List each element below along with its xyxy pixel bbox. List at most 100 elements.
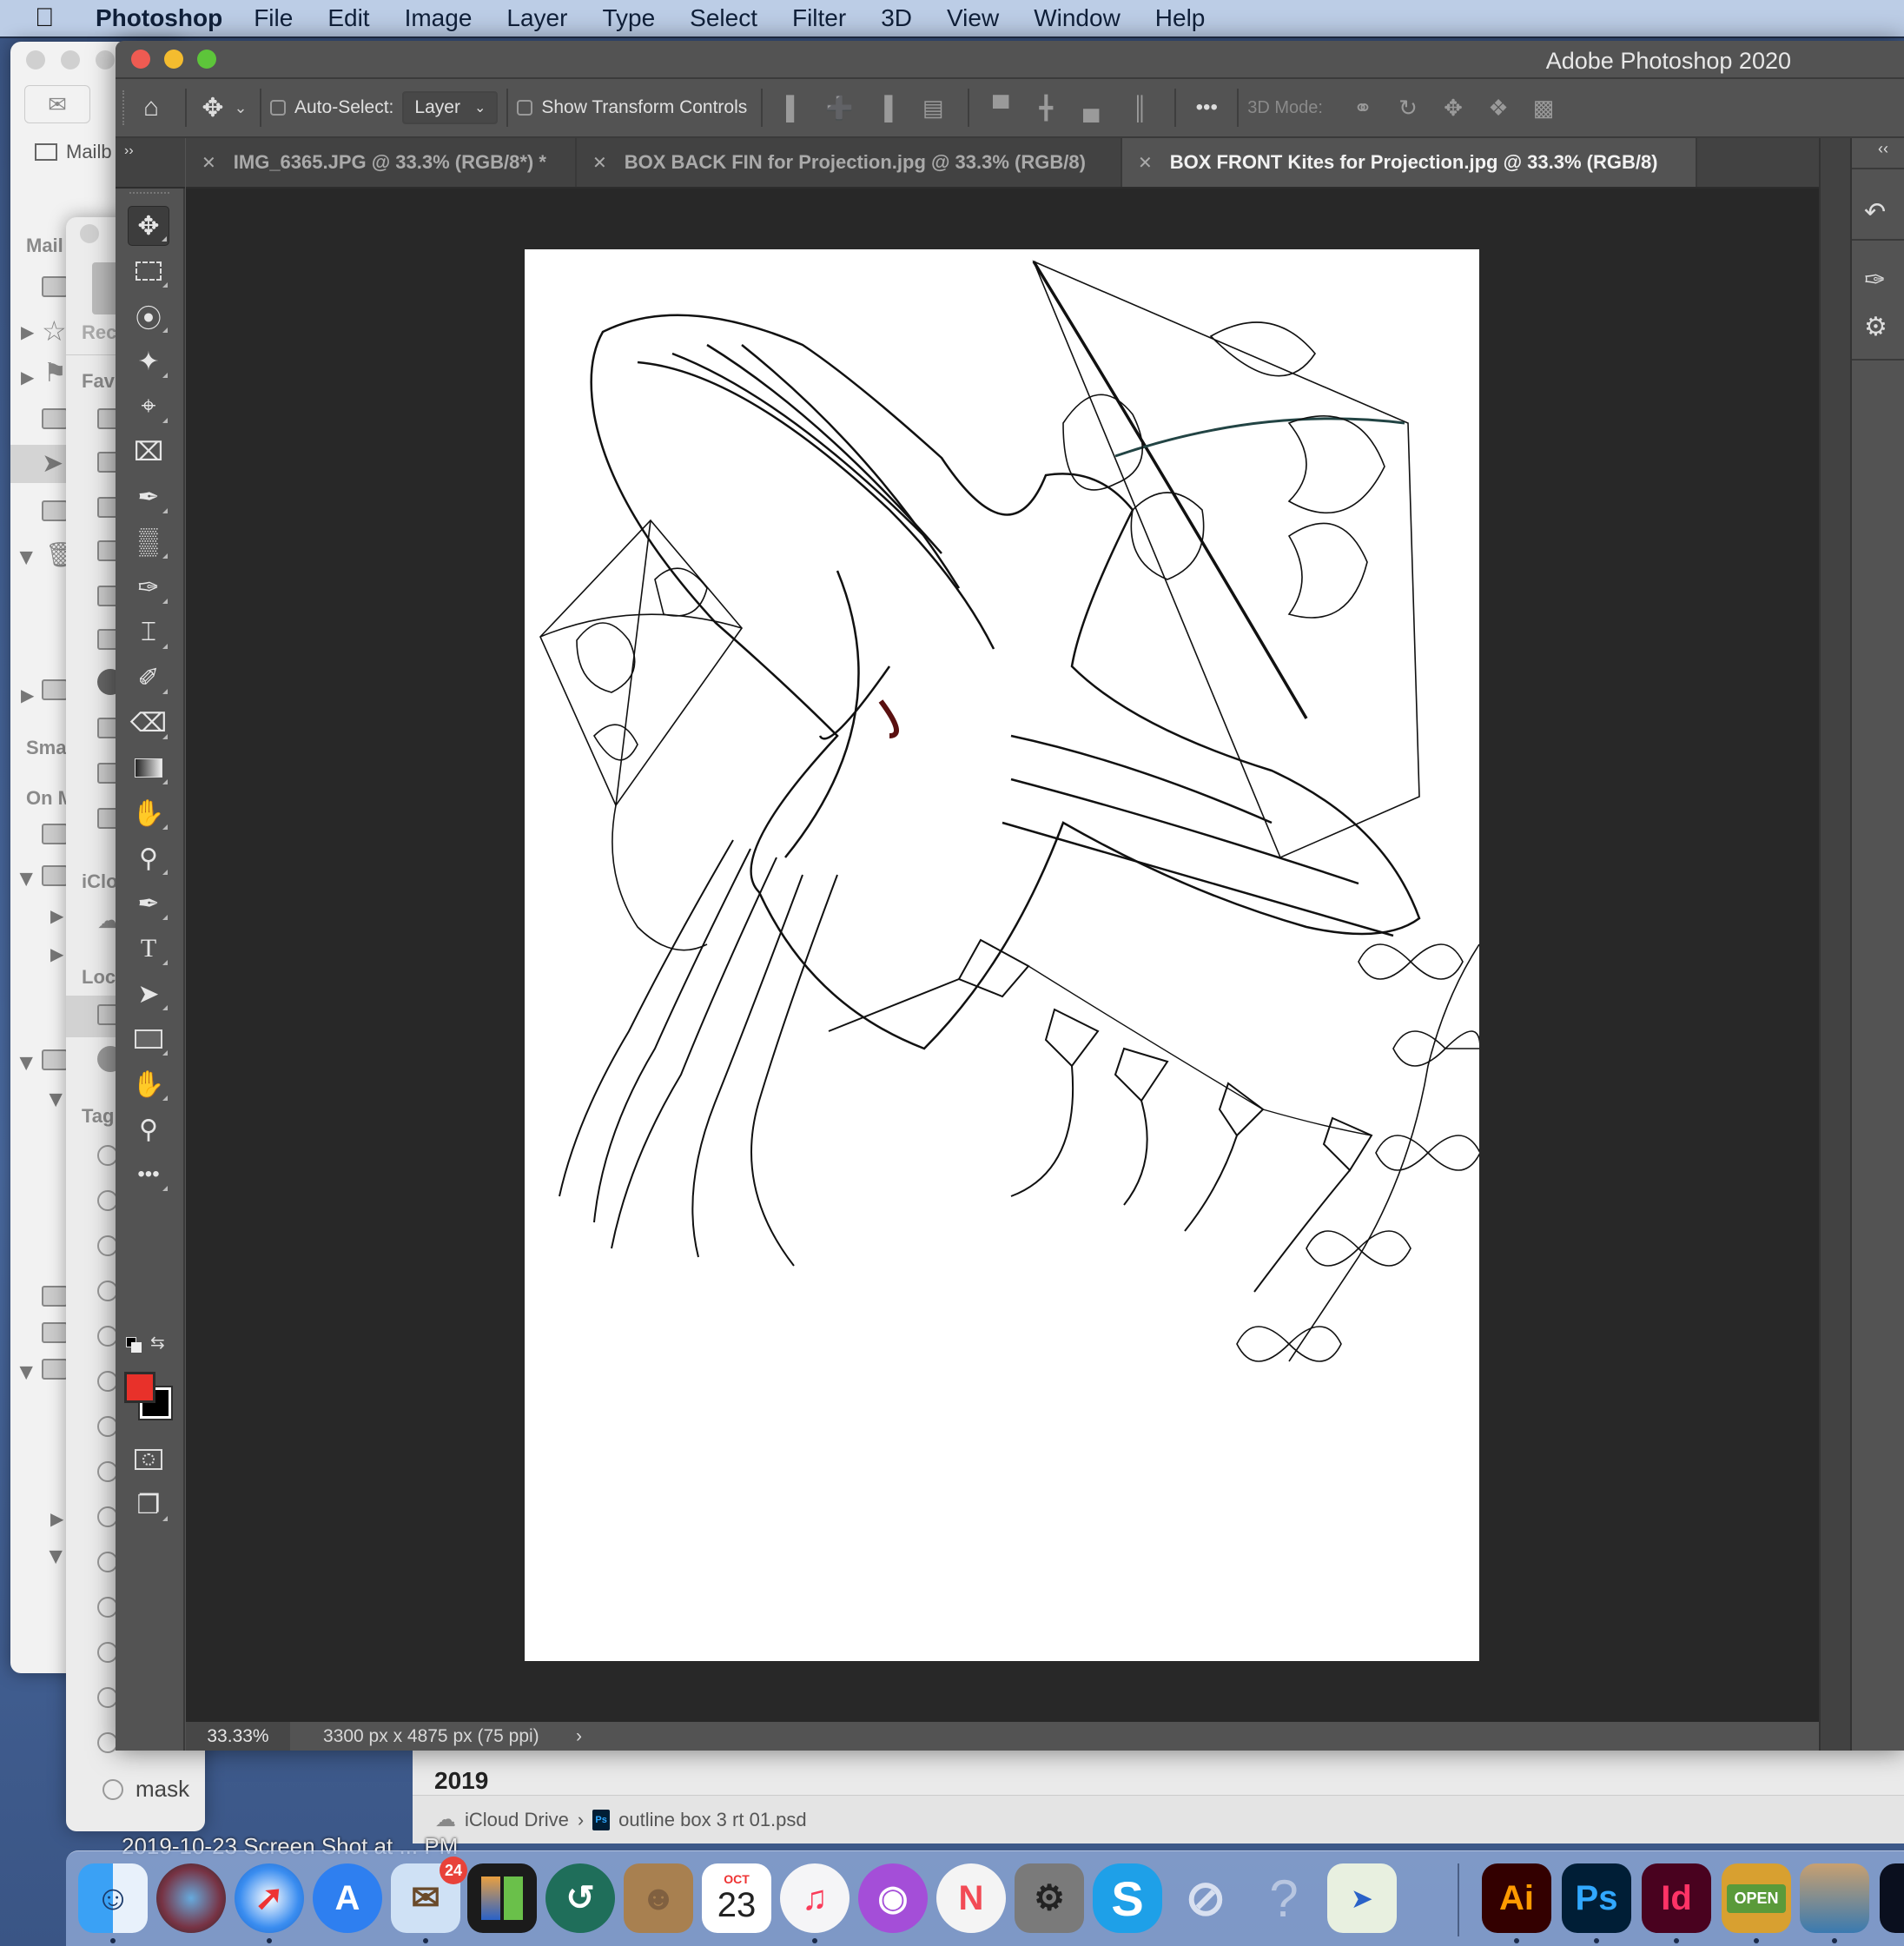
dock-podcasts[interactable]: ◉ [858, 1863, 928, 1933]
dock-music[interactable]: ♫ [780, 1863, 850, 1933]
3d-slide-icon[interactable]: ❖ [1476, 95, 1521, 122]
smudge-tool[interactable]: ✋ [128, 793, 169, 833]
3d-orbit-icon[interactable]: ⚭ [1340, 95, 1385, 122]
folder-icon[interactable] [42, 1322, 68, 1343]
menu-type[interactable]: Type [602, 4, 655, 32]
folder-icon[interactable] [42, 824, 68, 844]
history-brush-tool[interactable]: ✐ [128, 658, 169, 698]
path-file[interactable]: outline box 3 rt 01.psd [618, 1809, 806, 1831]
collapse-arrow-icon[interactable]: ▶ [17, 1367, 38, 1380]
marquee-tool[interactable] [128, 251, 169, 291]
pen-tool[interactable]: ✒ [128, 884, 169, 923]
menu-3d[interactable]: 3D [881, 4, 912, 32]
menu-view[interactable]: View [947, 4, 999, 32]
toolbar-grip[interactable] [129, 192, 169, 197]
document-canvas[interactable] [525, 249, 1479, 1661]
align-bottom-icon[interactable]: ▄ [1068, 95, 1114, 122]
rectangle-tool[interactable] [128, 1019, 169, 1059]
expand-arrow-icon[interactable]: ▶ [50, 905, 63, 927]
close-tab-icon[interactable]: ✕ [592, 152, 607, 174]
chevron-down-icon[interactable]: ⌄ [230, 99, 251, 117]
collapse-arrow-icon[interactable]: ▶ [46, 1551, 68, 1564]
toolbar-collapse-button[interactable]: ›› [116, 138, 185, 189]
drafts-icon[interactable] [42, 408, 68, 429]
flag-icon[interactable]: ⚑ [43, 358, 67, 388]
gradient-tool[interactable] [128, 748, 169, 788]
more-options-button[interactable]: ••• [1185, 96, 1228, 120]
menu-photoshop[interactable]: Photoshop [96, 4, 222, 32]
brush-presets-icon[interactable]: ✑ [1864, 265, 1886, 295]
distribute-horizontal-icon[interactable]: ▤ [907, 95, 959, 122]
minimize-button[interactable] [164, 50, 183, 69]
folder-icon[interactable] [42, 1049, 68, 1070]
dock-news[interactable]: N [936, 1863, 1006, 1933]
quick-mask-button[interactable] [128, 1440, 169, 1479]
align-horizontal-center-icon[interactable]: ➕ [816, 95, 862, 122]
menu-edit[interactable]: Edit [327, 4, 369, 32]
dock-finder[interactable]: ☺ [78, 1863, 148, 1933]
align-vertical-center-icon[interactable]: ╋ [1023, 95, 1068, 122]
dock-skype[interactable]: S [1093, 1863, 1162, 1933]
menu-filter[interactable]: Filter [792, 4, 846, 32]
dock-contacts[interactable]: ☻ [624, 1863, 693, 1933]
mail-close-button[interactable] [26, 50, 45, 70]
menu-help[interactable]: Help [1155, 4, 1206, 32]
folder-icon[interactable] [42, 865, 68, 886]
magic-wand-tool[interactable]: ✦ [128, 341, 169, 381]
archive-icon[interactable] [42, 679, 68, 700]
collapse-arrow-icon[interactable]: ▶ [17, 873, 38, 886]
mailboxes-toggle[interactable]: Mailb [35, 141, 112, 163]
collapse-arrow-icon[interactable]: ▶ [17, 1057, 38, 1070]
close-tab-icon[interactable]: ✕ [202, 152, 216, 174]
menu-layer[interactable]: Layer [506, 4, 567, 32]
3d-pan-icon[interactable]: ✥ [1431, 95, 1476, 122]
document-tab[interactable]: ✕ IMG_6365.JPG @ 33.3% (RGB/8*) * [186, 138, 577, 187]
distribute-vertical-icon[interactable]: ║ [1114, 95, 1166, 122]
dock-blocked-app[interactable]: ⊘ [1171, 1863, 1240, 1933]
move-tool-preset-icon[interactable]: ✥ [195, 93, 230, 123]
expand-arrow-icon[interactable]: ▶ [21, 367, 34, 388]
type-tool[interactable]: T [128, 929, 169, 969]
junk-icon[interactable] [42, 500, 68, 521]
path-selection-tool[interactable]: ➤ [128, 974, 169, 1014]
dock-unknown-app[interactable]: ? [1249, 1863, 1319, 1933]
compose-mail-icon[interactable]: ✉ [24, 85, 90, 123]
finder-close-button[interactable] [80, 224, 99, 243]
expand-arrow-icon[interactable]: ▶ [21, 321, 34, 343]
zoom-level-field[interactable]: 33.33% [186, 1722, 290, 1751]
history-panel-icon[interactable]: ↶ [1864, 197, 1886, 228]
dock-app-store[interactable]: A [313, 1863, 382, 1933]
collapse-arrow-icon[interactable]: ▶ [17, 552, 38, 565]
3d-roll-icon[interactable]: ↻ [1385, 95, 1431, 122]
path-icloud-drive[interactable]: iCloud Drive [465, 1809, 569, 1831]
expand-panels-button[interactable]: ‹‹ [1878, 140, 1888, 158]
dock-time-machine[interactable]: ↺ [545, 1863, 615, 1933]
align-right-icon[interactable]: ▐ [862, 95, 907, 122]
document-tab-active[interactable]: ✕ BOX FRONT Kites for Projection.jpg @ 3… [1122, 138, 1697, 187]
dock-system-preferences[interactable]: ⚙ [1015, 1863, 1084, 1933]
align-top-icon[interactable]: ▀ [978, 95, 1023, 122]
eyedropper-tool[interactable]: ✒ [128, 477, 169, 517]
document-info[interactable]: 3300 px x 4875 px (75 ppi) › [290, 1722, 594, 1751]
screen-mode-button[interactable]: ❐ [128, 1485, 169, 1525]
brush-tool[interactable]: ✑ [128, 567, 169, 607]
folder-icon[interactable] [42, 1359, 68, 1380]
move-tool[interactable]: ✥ [128, 206, 169, 246]
folder-icon[interactable] [42, 1286, 68, 1307]
dock-preview[interactable] [1800, 1863, 1869, 1933]
zoom-tool[interactable]: ⚲ [128, 1109, 169, 1149]
dock-mission-control[interactable] [467, 1863, 537, 1933]
dock-mail[interactable]: ✉ 24 [391, 1857, 467, 1933]
eraser-tool[interactable]: ⌫ [128, 703, 169, 743]
edit-toolbar-button[interactable]: ••• [128, 1155, 169, 1195]
menu-image[interactable]: Image [405, 4, 473, 32]
dock-partial-app[interactable] [1880, 1863, 1904, 1933]
zoom-button[interactable] [197, 50, 216, 69]
menu-select[interactable]: Select [690, 4, 757, 32]
dock-indesign[interactable]: Id [1642, 1863, 1711, 1933]
hand-tool[interactable]: ✋ [128, 1064, 169, 1104]
home-icon[interactable]: ⌂ [126, 93, 176, 122]
dock-illustrator[interactable]: Ai [1482, 1863, 1551, 1933]
close-button[interactable] [131, 50, 150, 69]
close-tab-icon[interactable]: ✕ [1138, 152, 1153, 174]
